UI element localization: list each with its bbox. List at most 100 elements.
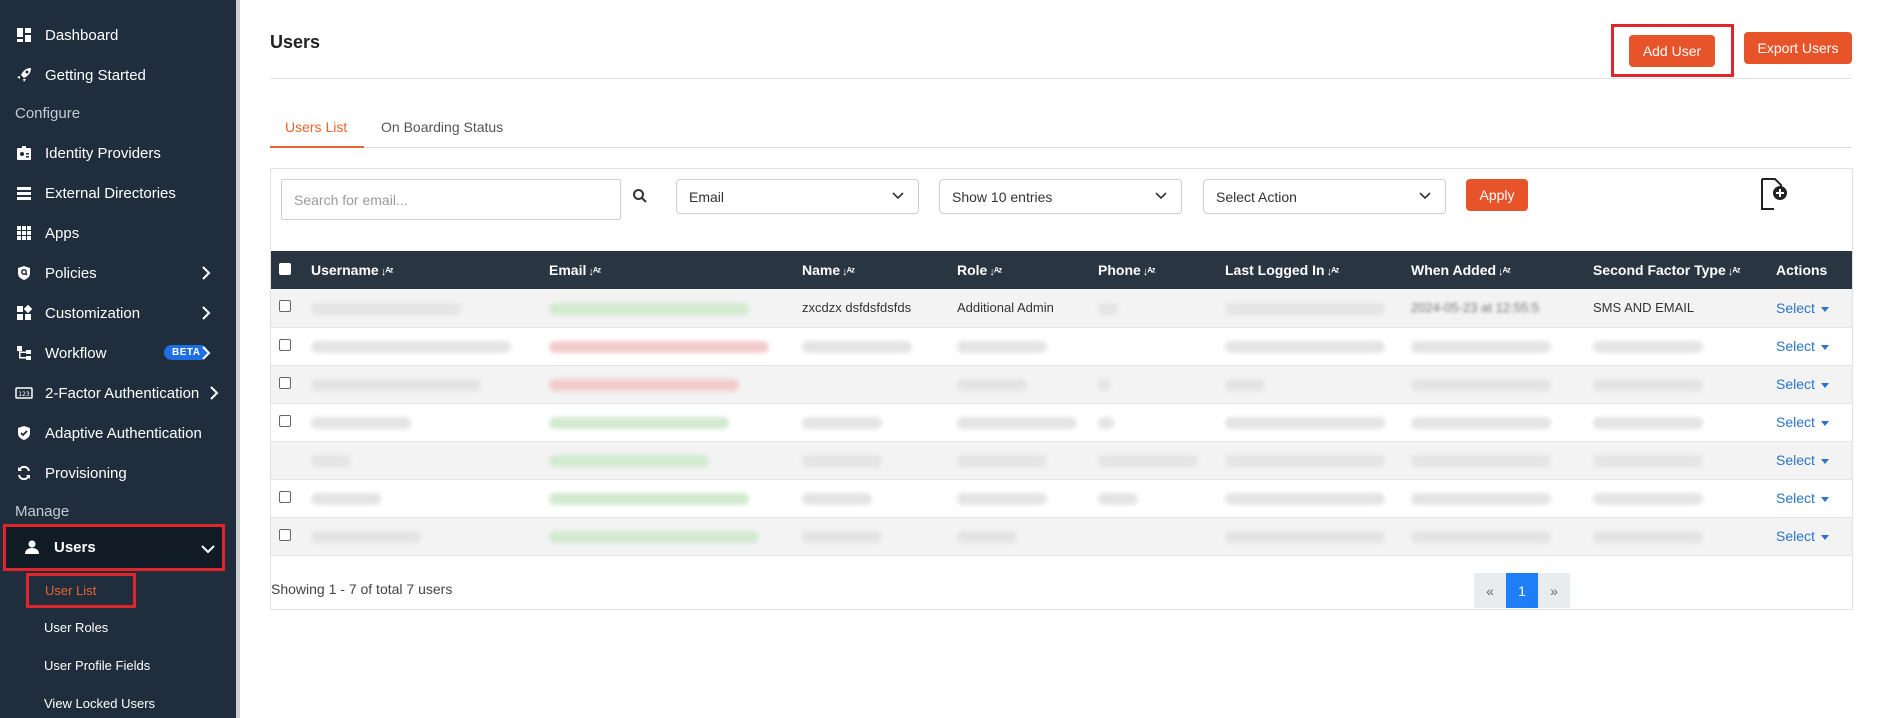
redacted-value	[311, 417, 411, 430]
redacted-value	[1593, 341, 1703, 354]
column-header-username[interactable]: Username ↓ᴬᶻ	[311, 251, 549, 289]
search-input[interactable]	[281, 179, 621, 220]
column-header-last-logged-in[interactable]: Last Logged In ↓ᴬᶻ	[1225, 251, 1411, 289]
row-select-dropdown[interactable]: Select	[1776, 300, 1829, 316]
main-content: Users Add User Export Users Users List O…	[240, 0, 1882, 718]
sidebar-item-users[interactable]: Users	[3, 524, 225, 571]
row-select-dropdown[interactable]: Select	[1776, 528, 1829, 544]
role-cell	[957, 479, 1098, 518]
email-cell	[549, 517, 802, 556]
column-header-second-factor[interactable]: Second Factor Type ↓ᴬᶻ	[1593, 251, 1776, 289]
sidebar-item-identity-providers[interactable]: Identity Providers	[0, 135, 234, 171]
row-checkbox[interactable]	[279, 490, 291, 503]
phone-cell	[1098, 517, 1225, 556]
row-select-dropdown[interactable]: Select	[1776, 376, 1829, 392]
user-icon	[24, 539, 42, 557]
username-cell	[311, 327, 549, 366]
apply-button[interactable]: Apply	[1466, 179, 1528, 211]
sidebar-item-external-directories[interactable]: External Directories	[0, 175, 234, 211]
search-field-select[interactable]: Email	[676, 179, 919, 214]
pagination-next[interactable]: »	[1538, 573, 1570, 608]
users-panel: Email Show 10 entries Select Action Appl…	[270, 168, 1853, 610]
row-select-dropdown[interactable]: Select	[1776, 414, 1829, 430]
pagination-prev[interactable]: «	[1474, 573, 1506, 608]
add-user-button[interactable]: Add User	[1629, 35, 1715, 67]
row-checkbox-cell	[271, 365, 311, 404]
showing-count: Showing 1 - 7 of total 7 users	[271, 581, 453, 597]
sidebar-item-getting-started[interactable]: Getting Started	[0, 57, 234, 93]
tab-onboarding-status[interactable]: On Boarding Status	[381, 119, 503, 135]
email-cell	[549, 289, 802, 328]
actions-cell: Select	[1776, 517, 1852, 556]
row-checkbox[interactable]	[279, 338, 291, 351]
column-header-name[interactable]: Name ↓ᴬᶻ	[802, 251, 957, 289]
redacted-value	[1225, 302, 1385, 315]
sidebar-item-label: Adaptive Authentication	[45, 424, 202, 442]
pagination-page[interactable]: 1	[1506, 573, 1538, 608]
tab-users-list[interactable]: Users List	[285, 119, 347, 135]
when-added-cell	[1411, 365, 1593, 404]
sidebar-item-apps[interactable]: Apps	[0, 215, 234, 251]
search-icon[interactable]	[632, 188, 648, 204]
phone-cell	[1098, 403, 1225, 442]
entries-select[interactable]: Show 10 entries	[939, 179, 1182, 214]
select-all-checkbox[interactable]	[279, 263, 291, 275]
sidebar-subitem-user-profile-fields[interactable]: User Profile Fields	[44, 658, 150, 673]
sidebar-item-provisioning[interactable]: Provisioning	[0, 455, 234, 491]
phone-cell	[1098, 479, 1225, 518]
name-cell	[802, 517, 957, 556]
sidebar-item-policies[interactable]: Policies	[0, 255, 234, 291]
column-header-role[interactable]: Role ↓ᴬᶻ	[957, 251, 1098, 289]
sidebar-item-adaptive-auth[interactable]: Adaptive Authentication	[0, 415, 234, 451]
column-header-when-added[interactable]: When Added ↓ᴬᶻ	[1411, 251, 1593, 289]
sidebar-item-dashboard[interactable]: Dashboard	[0, 17, 234, 53]
name-cell	[802, 479, 957, 518]
action-select[interactable]: Select Action	[1203, 179, 1446, 214]
sidebar-subitem-user-roles[interactable]: User Roles	[44, 620, 108, 635]
sidebar-subitem-user-list[interactable]: User List	[26, 573, 136, 608]
sidebar-item-workflow[interactable]: Workflow BETA	[0, 335, 234, 371]
second-factor-cell	[1593, 403, 1776, 442]
row-select-dropdown[interactable]: Select	[1776, 490, 1829, 506]
list-icon	[15, 184, 33, 202]
sidebar-subitem-view-locked-users[interactable]: View Locked Users	[44, 696, 155, 711]
policy-search-icon	[15, 264, 33, 282]
add-column-icon[interactable]	[1759, 177, 1789, 211]
chevron-right-icon	[202, 346, 211, 360]
actions-cell: Select	[1776, 289, 1852, 328]
redacted-value	[957, 455, 1047, 468]
sidebar-item-customization[interactable]: Customization	[0, 295, 234, 331]
caret-down-icon	[1820, 420, 1829, 426]
export-users-button[interactable]: Export Users	[1744, 32, 1852, 64]
redacted-value	[1411, 379, 1551, 392]
column-header-email[interactable]: Email ↓ᴬᶻ	[549, 251, 802, 289]
last-logged-in-cell	[1225, 479, 1411, 518]
column-header-actions: Actions	[1776, 251, 1852, 289]
dashboard-icon	[15, 26, 33, 44]
chevron-down-icon	[1419, 192, 1431, 200]
row-checkbox[interactable]	[279, 528, 291, 541]
column-header-phone[interactable]: Phone ↓ᴬᶻ	[1098, 251, 1225, 289]
username-cell	[311, 441, 549, 480]
row-select-dropdown[interactable]: Select	[1776, 338, 1829, 354]
svg-text:123: 123	[18, 391, 30, 398]
row-checkbox-cell	[271, 441, 311, 480]
table-row: zxcdzx dsfdsfdsfds Additional Admin 2024…	[271, 289, 1852, 328]
username-cell	[311, 479, 549, 518]
second-factor-cell	[1593, 479, 1776, 518]
redacted-value	[1411, 493, 1551, 506]
chevron-down-icon	[201, 545, 215, 554]
row-checkbox[interactable]	[279, 414, 291, 427]
redacted-value	[549, 341, 769, 354]
redacted-value	[1225, 493, 1385, 506]
sidebar-item-2fa[interactable]: 123 2-Factor Authentication	[0, 375, 234, 411]
redacted-value	[1593, 379, 1703, 392]
row-checkbox[interactable]	[279, 376, 291, 389]
phone-cell	[1098, 365, 1225, 404]
section-configure: Configure	[15, 105, 81, 122]
select-value: Show 10 entries	[952, 188, 1053, 205]
sidebar-item-label: Getting Started	[45, 66, 146, 84]
when-added-cell	[1411, 441, 1593, 480]
row-select-dropdown[interactable]: Select	[1776, 452, 1829, 468]
row-checkbox[interactable]	[279, 300, 291, 313]
